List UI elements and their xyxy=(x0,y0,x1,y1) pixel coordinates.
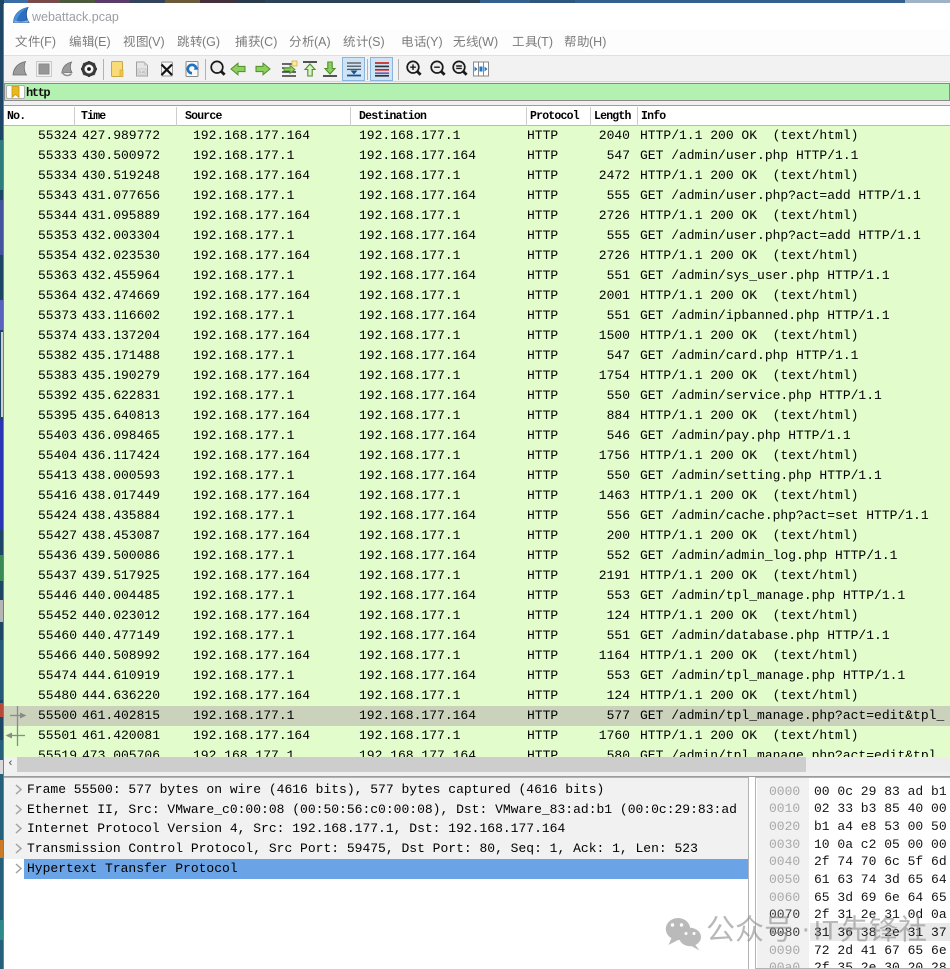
svg-text:010: 010 xyxy=(139,70,145,74)
